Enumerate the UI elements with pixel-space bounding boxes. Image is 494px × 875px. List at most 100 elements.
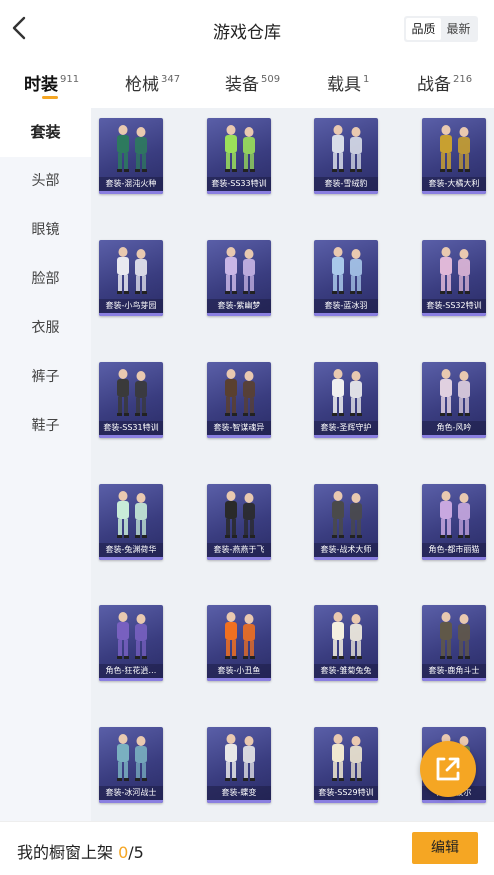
item-card[interactable]: 套装-鹿角斗士 [422, 605, 486, 681]
item-card[interactable]: 套装-冰河战士 [99, 727, 163, 803]
item-card-label: 套装-SS32特训 [422, 299, 486, 313]
rarity-bar [207, 557, 271, 560]
outfit-figure-icon [332, 491, 362, 538]
rarity-bar [99, 313, 163, 316]
sidebar-item-head[interactable]: 头部 [0, 157, 91, 206]
outfit-figure-icon [332, 125, 362, 172]
item-card-label: 套装-小丑鱼 [207, 664, 271, 678]
item-card-label: 角色-都市丽猫 [422, 543, 486, 557]
edit-button[interactable]: 编辑 [412, 832, 478, 864]
outfit-figure-icon [440, 247, 470, 294]
item-card[interactable]: 套装-圣辉守护 [314, 362, 378, 438]
tab-fashion[interactable]: 时装 911 [24, 70, 79, 95]
item-card[interactable]: 角色-风吟 [422, 362, 486, 438]
sort-toggle[interactable]: 品质 最新 [404, 16, 478, 42]
outfit-figure-icon [117, 247, 147, 294]
outfit-figure-icon [440, 369, 470, 416]
sort-option-newest[interactable]: 最新 [441, 18, 476, 40]
rarity-bar [207, 313, 271, 316]
item-card[interactable]: 套装-小鸟芽园 [99, 240, 163, 316]
rarity-bar [314, 678, 378, 681]
rarity-bar [207, 191, 271, 194]
item-card-label: 套装-SS33特训 [207, 177, 271, 191]
item-card[interactable]: 角色-都市丽猫 [422, 484, 486, 560]
rarity-bar [314, 435, 378, 438]
item-card[interactable]: 套装-大橘大利 [422, 118, 486, 194]
sidebar-item-pants[interactable]: 裤子 [0, 353, 91, 402]
item-card[interactable]: 套装-智谋魂异 [207, 362, 271, 438]
item-card-label: 套装-冰河战士 [99, 786, 163, 800]
sidebar: 套装 头部 眼镜 脸部 衣服 裤子 鞋子 [0, 108, 91, 821]
rarity-bar [207, 678, 271, 681]
item-card-label: 角色-狂花逍… [99, 664, 163, 678]
tab-supplies[interactable]: 战备 216 [417, 70, 472, 95]
outfit-figure-icon [225, 247, 255, 294]
sidebar-item-clothes[interactable]: 衣服 [0, 304, 91, 353]
item-card[interactable]: 套装-雪绒豹 [314, 118, 378, 194]
tab-count: 347 [161, 74, 181, 85]
item-card[interactable]: 套装-小丑鱼 [207, 605, 271, 681]
outfit-figure-icon [332, 734, 362, 781]
tab-count: 509 [261, 74, 281, 85]
outfit-figure-icon [440, 612, 470, 659]
showcase-bar: 我的橱窗上架 0/5 编辑 [0, 821, 494, 875]
item-card-label: 套装-混沌火种 [99, 177, 163, 191]
outfit-figure-icon [225, 734, 255, 781]
item-card-label: 套装-紫幽梦 [207, 299, 271, 313]
item-card-label: 套装-雏菊兔兔 [314, 664, 378, 678]
item-card[interactable]: 套装-雏菊兔兔 [314, 605, 378, 681]
item-card-label: 套装-大橘大利 [422, 177, 486, 191]
rarity-bar [99, 191, 163, 194]
showcase-status: 我的橱窗上架 0/5 [17, 843, 144, 862]
sidebar-item-face[interactable]: 脸部 [0, 255, 91, 304]
item-card[interactable]: 套装-紫幽梦 [207, 240, 271, 316]
rarity-bar [314, 313, 378, 316]
item-card[interactable]: 套装-混沌火种 [99, 118, 163, 194]
outfit-figure-icon [117, 369, 147, 416]
sidebar-item-shoes[interactable]: 鞋子 [0, 402, 91, 451]
item-card-label: 套装-圣辉守护 [314, 421, 378, 435]
item-card-label: 套装-SS29特训 [314, 786, 378, 800]
rarity-bar [422, 191, 486, 194]
rarity-bar [207, 800, 271, 803]
item-card-label: 套装-燕燕于飞 [207, 543, 271, 557]
sidebar-item-suit[interactable]: 套装 [0, 108, 91, 157]
rarity-bar [99, 557, 163, 560]
item-card[interactable]: 套装-蓝冰羽 [314, 240, 378, 316]
item-card[interactable]: 套装-SS31特训 [99, 362, 163, 438]
rarity-bar [422, 435, 486, 438]
item-card[interactable]: 套装-SS33特训 [207, 118, 271, 194]
share-button[interactable] [420, 741, 476, 797]
item-card[interactable]: 套装-战术大师 [314, 484, 378, 560]
item-card[interactable]: 套装-SS29特训 [314, 727, 378, 803]
item-card-label: 套装-鹿角斗士 [422, 664, 486, 678]
item-card[interactable]: 套装-蝶变 [207, 727, 271, 803]
item-card[interactable]: 套装-兔渊荷华 [99, 484, 163, 560]
rarity-bar [314, 191, 378, 194]
item-card[interactable]: 角色-狂花逍… [99, 605, 163, 681]
tab-count: 1 [363, 74, 370, 85]
sidebar-item-glasses[interactable]: 眼镜 [0, 206, 91, 255]
outfit-figure-icon [225, 125, 255, 172]
rarity-bar [422, 800, 486, 803]
rarity-bar [314, 557, 378, 560]
outfit-figure-icon [225, 491, 255, 538]
tab-count: 216 [453, 74, 473, 85]
rarity-bar [422, 313, 486, 316]
header: 游戏仓库 品质 最新 [0, 0, 494, 58]
item-card[interactable]: 套装-燕燕于飞 [207, 484, 271, 560]
outfit-figure-icon [225, 612, 255, 659]
tab-vehicles[interactable]: 载具 1 [327, 70, 369, 95]
tab-count: 911 [60, 74, 80, 85]
category-tabs: 时装 911 枪械 347 装备 509 载具 1 战备 216 [0, 58, 494, 108]
sort-option-quality[interactable]: 品质 [406, 18, 441, 40]
rarity-bar [422, 678, 486, 681]
tab-guns[interactable]: 枪械 347 [125, 70, 180, 95]
rarity-bar [422, 557, 486, 560]
outfit-figure-icon [117, 125, 147, 172]
item-card[interactable]: 套装-SS32特训 [422, 240, 486, 316]
share-external-icon [436, 757, 460, 781]
item-card-label: 套装-兔渊荷华 [99, 543, 163, 557]
tab-equipment[interactable]: 装备 509 [225, 70, 280, 95]
item-card-label: 角色-风吟 [422, 421, 486, 435]
